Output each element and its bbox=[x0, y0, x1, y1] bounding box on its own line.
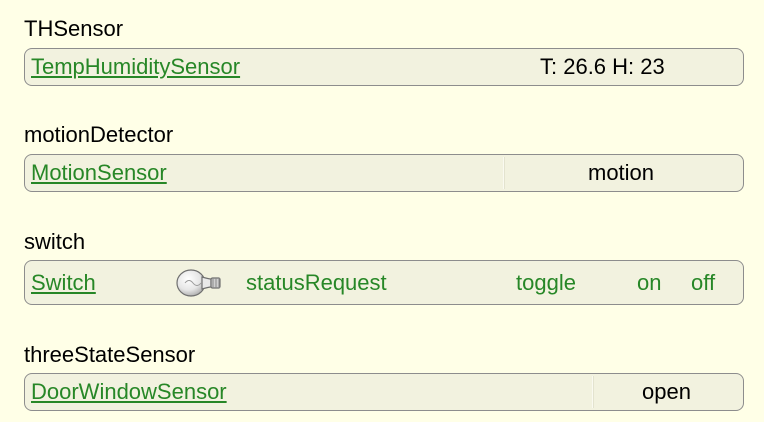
device-link-door-window-sensor[interactable]: DoorWindowSensor bbox=[31, 379, 227, 405]
motion-state: motion bbox=[588, 160, 655, 185]
device-link-temp-humidity-sensor[interactable]: TempHumiditySensor bbox=[31, 54, 240, 80]
toggle-command[interactable]: toggle bbox=[516, 270, 576, 296]
column-divider bbox=[592, 376, 594, 408]
door-window-state: open bbox=[642, 379, 691, 404]
device-row-door-window-sensor: DoorWindowSensor open bbox=[24, 373, 744, 411]
on-command[interactable]: on bbox=[637, 270, 661, 296]
group-title-switch: switch bbox=[24, 229, 86, 254]
group-title-thsensor: THSensor bbox=[24, 16, 124, 41]
device-row-switch: Switch statusRequest toggle on off bbox=[24, 260, 744, 305]
device-row-motion-sensor: MotionSensor motion bbox=[24, 154, 744, 192]
off-command[interactable]: off bbox=[691, 270, 715, 296]
column-divider bbox=[503, 157, 505, 189]
light-bulb-icon-graphic bbox=[176, 268, 221, 297]
temp-humidity-state: T: 26.6 H: 23 bbox=[540, 54, 665, 79]
group-title-three-state-sensor: threeStateSensor bbox=[24, 342, 196, 367]
light-bulb-icon[interactable] bbox=[175, 261, 225, 304]
device-link-switch[interactable]: Switch bbox=[31, 270, 96, 296]
device-link-motion-sensor[interactable]: MotionSensor bbox=[31, 160, 167, 186]
group-title-motion-detector: motionDetector bbox=[24, 122, 174, 147]
status-request-command[interactable]: statusRequest bbox=[246, 270, 387, 296]
device-row-temp-humidity-sensor: TempHumiditySensor T: 26.6 H: 23 bbox=[24, 48, 744, 86]
